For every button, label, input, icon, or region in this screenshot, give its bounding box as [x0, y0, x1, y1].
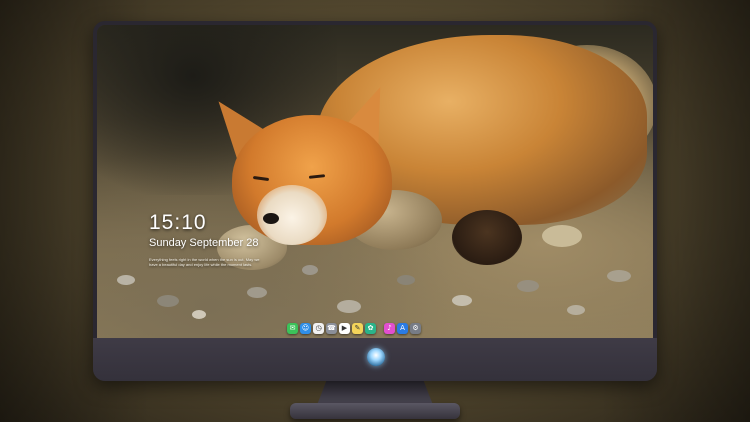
monitor-chin [93, 338, 657, 381]
clock-icon[interactable]: ◷ [313, 323, 324, 334]
monitor-stand-base [290, 403, 460, 419]
screen: 15:10 Sunday September 28 Everything fee… [97, 25, 653, 338]
fox-paw [452, 210, 522, 265]
monitor: 15:10 Sunday September 28 Everything fee… [93, 21, 657, 381]
photos-icon[interactable]: ✿ [365, 323, 376, 334]
finder-icon[interactable]: ☺ [300, 323, 311, 334]
messages-icon[interactable]: ✉ [287, 323, 298, 334]
pebble [117, 275, 135, 285]
pebble [452, 295, 472, 306]
brand-logo-icon [367, 348, 385, 366]
fox-nose [263, 213, 279, 224]
pebble [397, 275, 415, 285]
notes-icon[interactable]: ✎ [352, 323, 363, 334]
monitor-stand-neck [317, 381, 433, 405]
pebble [302, 265, 318, 275]
pebble [542, 225, 582, 247]
pebble [607, 270, 631, 282]
video-icon[interactable]: ▶ [339, 323, 350, 334]
pebble [192, 310, 206, 319]
pebble [247, 287, 267, 298]
pebble [157, 295, 179, 307]
lock-screen-time: 15:10 [149, 211, 207, 234]
pebble [567, 305, 585, 315]
appstore-icon[interactable]: A [397, 323, 408, 334]
contacts-icon[interactable]: ☎ [326, 323, 337, 334]
pebble [337, 300, 361, 313]
lock-screen-note: Everything feels right in the world when… [149, 257, 260, 267]
pebble [517, 280, 539, 292]
settings-icon[interactable]: ⚙ [410, 323, 421, 334]
music-icon[interactable]: ♪ [384, 323, 395, 334]
lock-screen-date: Sunday September 28 [149, 237, 259, 249]
dock: ✉ ☺ ◷ ☎ ▶ ✎ ✿ ♪ A ⚙ [287, 322, 467, 335]
